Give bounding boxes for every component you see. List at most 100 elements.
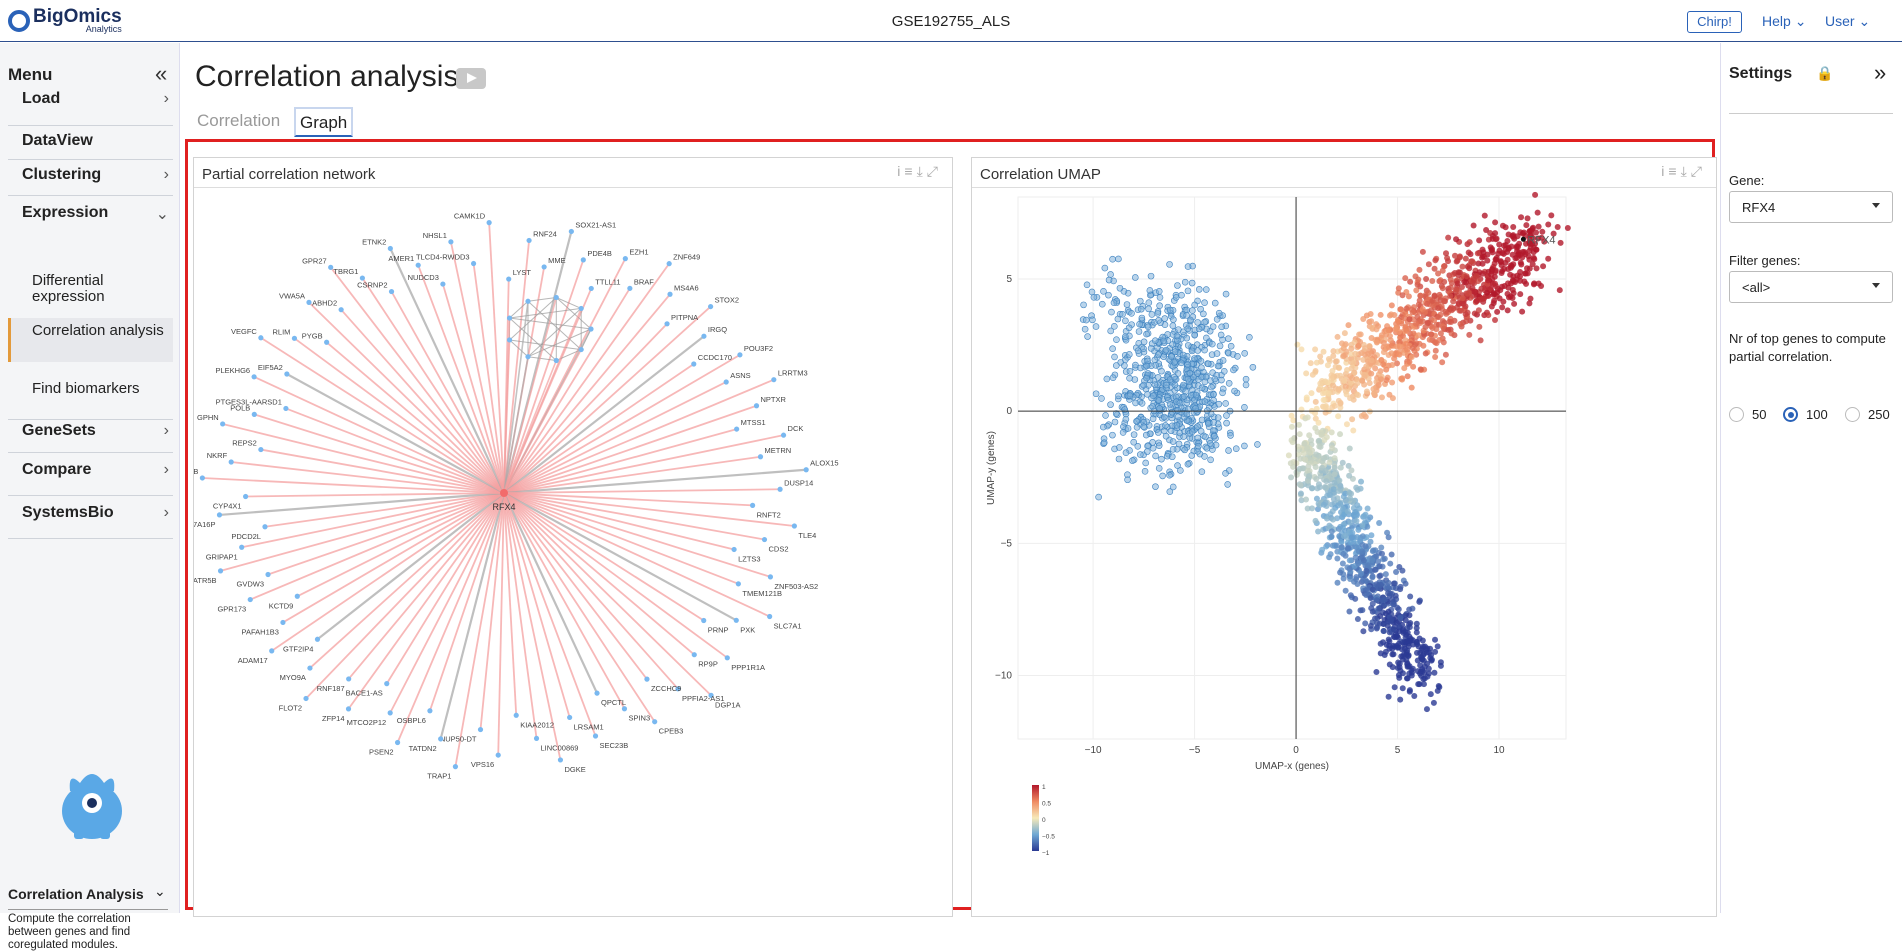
network-node[interactable]	[251, 374, 257, 380]
sidebar-item-clustering[interactable]: Clustering ›	[8, 160, 173, 196]
network-node[interactable]	[247, 596, 253, 603]
network-node[interactable]	[280, 619, 286, 626]
network-node[interactable]	[448, 239, 454, 245]
network-node[interactable]	[708, 303, 714, 310]
gene-select[interactable]: RFX4	[1729, 191, 1893, 223]
network-node[interactable]	[541, 264, 547, 270]
network-node[interactable]	[452, 764, 459, 770]
network-node[interactable]	[592, 733, 599, 739]
network-node[interactable]	[731, 546, 737, 553]
network-node[interactable]	[777, 486, 783, 492]
network-node[interactable]	[470, 260, 477, 267]
sidebar-subitem-differential-expression[interactable]: Differential expression	[8, 273, 173, 307]
sidebar-subitem-correlation-analysis[interactable]: Correlation analysis	[8, 318, 173, 362]
network-node[interactable]	[652, 719, 658, 725]
network-graph[interactable]: LYST RNF24 MME SOX21-AS1 PDE4B TTLL11 EZH1 BRAF…	[194, 189, 952, 909]
network-node[interactable]	[791, 523, 797, 529]
network-node[interactable]	[667, 291, 673, 297]
sidebar-item-expression[interactable]: Expression ⌄	[8, 196, 173, 230]
card-toolbar[interactable]: i≡⤓⤢	[1661, 163, 1706, 180]
network-node[interactable]	[243, 493, 249, 500]
network-node[interactable]	[251, 411, 257, 417]
network-node[interactable]	[306, 299, 312, 305]
user-menu[interactable]: User ⌄	[1825, 13, 1870, 30]
network-node[interactable]	[733, 617, 739, 623]
network-node[interactable]	[753, 403, 760, 409]
network-node[interactable]	[394, 739, 401, 746]
network-node[interactable]	[553, 357, 559, 364]
network-node[interactable]	[588, 285, 594, 292]
network-node[interactable]	[724, 655, 730, 661]
network-node[interactable]	[239, 544, 245, 550]
chevron-down-icon[interactable]: ⌄	[154, 883, 166, 900]
umap-plot[interactable]: −10 −5 0 5 1050−5−10UMAP-x (genes)UMAP-y (ge…	[972, 189, 1716, 909]
sidebar-item-dataview[interactable]: DataView	[8, 126, 173, 160]
network-node[interactable]	[588, 326, 594, 332]
network-node[interactable]	[691, 361, 697, 367]
help-menu[interactable]: Help ⌄	[1762, 13, 1806, 30]
network-node[interactable]	[217, 568, 224, 574]
network-node[interactable]	[291, 335, 298, 341]
sidebar-item-load[interactable]: Load ›	[8, 90, 173, 126]
ntop-radio-250[interactable]: 250	[1845, 407, 1890, 422]
network-node[interactable]	[438, 736, 444, 742]
network-node[interactable]	[803, 467, 809, 473]
network-node[interactable]	[258, 335, 264, 341]
network-node[interactable]	[506, 276, 512, 282]
network-node[interactable]	[220, 421, 226, 427]
network-node[interactable]	[767, 613, 773, 620]
network-node[interactable]	[228, 459, 234, 465]
network-node[interactable]	[723, 379, 729, 385]
network-node[interactable]	[691, 652, 697, 658]
collapse-settings-icon[interactable]: »	[1874, 60, 1886, 86]
tab-graph[interactable]: Graph	[294, 107, 354, 137]
network-node[interactable]	[216, 512, 223, 518]
network-node[interactable]	[284, 371, 290, 377]
network-node[interactable]	[761, 536, 768, 543]
lock-icon[interactable]: 🔒	[1816, 65, 1833, 82]
network-node[interactable]	[533, 735, 540, 742]
network-node[interactable]	[495, 752, 501, 758]
network-node[interactable]	[303, 695, 309, 702]
network-node[interactable]	[294, 593, 300, 599]
network-node[interactable]	[258, 446, 264, 453]
network-node[interactable]	[477, 726, 484, 733]
network-node[interactable]	[780, 432, 787, 438]
network-node[interactable]	[578, 305, 584, 312]
network-node[interactable]	[346, 676, 352, 682]
network-node[interactable]	[701, 333, 707, 339]
network-node[interactable]	[580, 257, 586, 263]
network-node[interactable]	[384, 681, 390, 687]
network-node[interactable]	[415, 262, 421, 268]
network-node[interactable]	[427, 708, 433, 714]
network-node[interactable]	[345, 706, 352, 712]
collapse-sidebar-icon[interactable]: «	[155, 61, 167, 87]
card-toolbar[interactable]: i≡⤓⤢	[897, 163, 942, 180]
network-node[interactable]	[199, 475, 205, 481]
network-node[interactable]	[557, 757, 564, 763]
network-node[interactable]	[578, 346, 584, 353]
network-node[interactable]	[525, 298, 531, 304]
network-node[interactable]	[553, 294, 559, 301]
network-node[interactable]	[525, 354, 531, 360]
network-node[interactable]	[594, 690, 600, 696]
network-node[interactable]	[735, 581, 741, 587]
network-node[interactable]	[387, 710, 393, 716]
network-node[interactable]	[734, 426, 740, 432]
highlight-point[interactable]	[1520, 236, 1526, 242]
network-node[interactable]	[262, 524, 268, 530]
play-video-icon[interactable]	[456, 68, 486, 89]
ntop-radio-100[interactable]: 100	[1783, 407, 1828, 422]
sidebar-item-systemsbio[interactable]: SystemsBio ›	[8, 496, 173, 539]
network-node[interactable]	[486, 220, 492, 226]
network-node[interactable]	[627, 285, 633, 291]
network-node[interactable]	[283, 405, 289, 412]
network-node[interactable]	[506, 337, 513, 343]
network-node[interactable]	[568, 228, 574, 235]
network-node[interactable]	[526, 237, 532, 244]
network-node[interactable]	[265, 571, 271, 578]
network-node[interactable]	[324, 339, 330, 345]
network-node[interactable]	[506, 315, 513, 321]
network-node[interactable]	[567, 714, 573, 721]
network-node[interactable]	[750, 502, 756, 508]
